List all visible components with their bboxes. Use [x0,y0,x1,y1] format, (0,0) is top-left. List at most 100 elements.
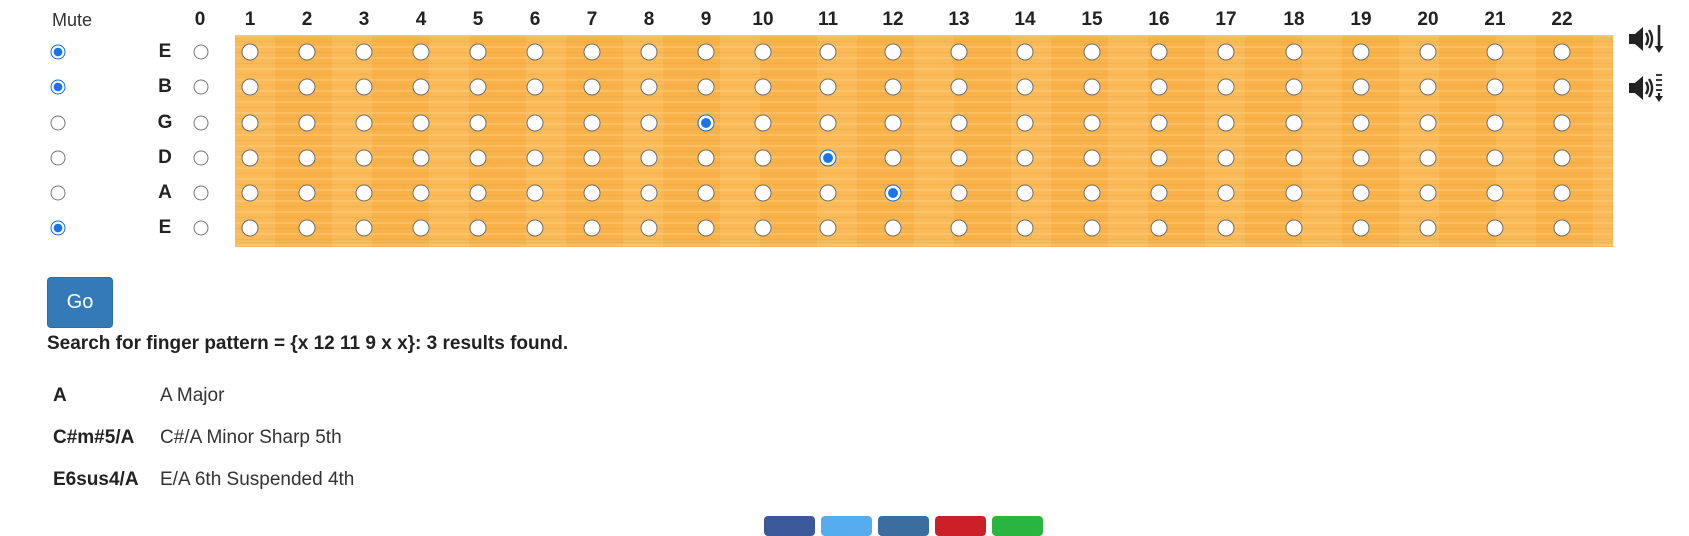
fret-radio[interactable] [1486,149,1504,167]
fret-radio[interactable] [1352,43,1370,61]
fret-radio[interactable] [1150,43,1168,61]
open-string-radio[interactable] [193,79,209,95]
fret-radio[interactable] [1217,43,1235,61]
fret-radio[interactable] [355,184,373,202]
fret-radio[interactable] [583,184,601,202]
fret-radio[interactable] [469,114,487,132]
fret-radio[interactable] [819,149,837,167]
fret-radio[interactable] [697,184,715,202]
fret-radio[interactable] [640,184,658,202]
mute-radio[interactable] [50,115,66,131]
go-button[interactable]: Go [47,277,113,328]
fret-radio[interactable] [526,184,544,202]
fret-radio[interactable] [412,78,430,96]
linkedin-share-button[interactable] [878,516,929,536]
fret-radio[interactable] [1083,43,1101,61]
pinterest-share-button[interactable] [935,516,986,536]
fret-radio[interactable] [526,114,544,132]
fret-radio[interactable] [469,184,487,202]
fret-radio[interactable] [1553,219,1571,237]
fret-radio[interactable] [950,149,968,167]
fret-radio[interactable] [1150,219,1168,237]
fret-radio[interactable] [1419,219,1437,237]
fret-radio[interactable] [1553,184,1571,202]
fret-radio[interactable] [1486,184,1504,202]
fret-radio[interactable] [469,149,487,167]
fret-radio[interactable] [298,219,316,237]
fret-radio[interactable] [640,149,658,167]
fret-radio[interactable] [526,149,544,167]
fret-radio[interactable] [697,219,715,237]
fret-radio[interactable] [754,219,772,237]
fret-radio[interactable] [1419,184,1437,202]
fret-radio[interactable] [697,43,715,61]
fret-radio[interactable] [1352,78,1370,96]
result-chord-symbol[interactable]: A [53,385,67,407]
fret-radio[interactable] [583,219,601,237]
fret-radio[interactable] [950,43,968,61]
fret-radio[interactable] [697,114,715,132]
open-string-radio[interactable] [193,185,209,201]
fret-radio[interactable] [884,43,902,61]
open-string-radio[interactable] [193,220,209,236]
mute-radio[interactable] [50,185,66,201]
fret-radio[interactable] [697,78,715,96]
fret-radio[interactable] [355,43,373,61]
fret-radio[interactable] [298,114,316,132]
fret-radio[interactable] [819,78,837,96]
fret-radio[interactable] [298,43,316,61]
sound-arpeggio-down-icon[interactable] [1625,71,1665,105]
fret-radio[interactable] [819,114,837,132]
whatsapp-share-button[interactable] [992,516,1043,536]
fret-radio[interactable] [298,184,316,202]
fret-radio[interactable] [1352,184,1370,202]
fret-radio[interactable] [355,78,373,96]
fret-radio[interactable] [950,219,968,237]
fret-radio[interactable] [1285,219,1303,237]
fret-radio[interactable] [241,149,259,167]
sound-strum-down-icon[interactable] [1625,22,1665,56]
fret-radio[interactable] [1419,114,1437,132]
fret-radio[interactable] [1486,114,1504,132]
fret-radio[interactable] [1016,114,1034,132]
fret-radio[interactable] [884,219,902,237]
fret-radio[interactable] [1553,43,1571,61]
fret-radio[interactable] [640,43,658,61]
fret-radio[interactable] [1150,149,1168,167]
fret-radio[interactable] [754,184,772,202]
fret-radio[interactable] [697,149,715,167]
fret-radio[interactable] [1150,184,1168,202]
mute-radio[interactable] [50,79,66,95]
fret-radio[interactable] [1419,43,1437,61]
mute-radio[interactable] [50,220,66,236]
fret-radio[interactable] [950,114,968,132]
fret-radio[interactable] [1150,78,1168,96]
fret-radio[interactable] [526,43,544,61]
fret-radio[interactable] [1083,114,1101,132]
fret-radio[interactable] [412,184,430,202]
fret-radio[interactable] [1553,114,1571,132]
fret-radio[interactable] [1083,149,1101,167]
result-chord-name[interactable]: A Major [160,385,224,407]
fret-radio[interactable] [526,219,544,237]
fret-radio[interactable] [412,219,430,237]
fret-radio[interactable] [412,114,430,132]
fret-radio[interactable] [819,43,837,61]
fret-radio[interactable] [412,43,430,61]
fret-radio[interactable] [241,78,259,96]
fret-radio[interactable] [1419,149,1437,167]
fret-radio[interactable] [1486,43,1504,61]
fret-radio[interactable] [1217,184,1235,202]
fret-radio[interactable] [1016,78,1034,96]
fret-radio[interactable] [1285,43,1303,61]
fret-radio[interactable] [1285,114,1303,132]
fret-radio[interactable] [754,114,772,132]
fret-radio[interactable] [1352,219,1370,237]
fret-radio[interactable] [412,149,430,167]
fret-radio[interactable] [1217,219,1235,237]
fret-radio[interactable] [1083,78,1101,96]
open-string-radio[interactable] [193,115,209,131]
fret-radio[interactable] [583,114,601,132]
fret-radio[interactable] [640,114,658,132]
fret-radio[interactable] [1016,43,1034,61]
